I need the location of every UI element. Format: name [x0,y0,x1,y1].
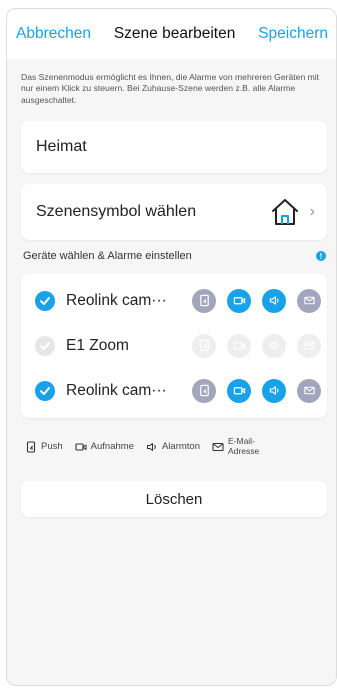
scene-edit-screen: Abbrechen Szene bearbeiten Speichern Das… [6,8,337,686]
checkmark-icon [40,386,50,395]
device-name: E1 Zoom [66,336,129,354]
push-icon [199,384,209,397]
push-toggle[interactable] [192,288,216,313]
legend-email-label: E-Mail-Adresse [227,436,260,456]
legend-push-label: Push [41,441,63,452]
video-icon [75,442,87,451]
device-row: Reolink cam··· [21,368,327,413]
speaker-icon [269,296,278,305]
mail-icon [303,296,315,305]
mail-icon [303,386,315,395]
video-icon [233,387,245,395]
device-list: Reolink cam··· E1 Zoom Reolink cam··· [21,274,327,418]
device-checkbox[interactable] [35,290,55,311]
push-toggle[interactable] [192,378,216,403]
delete-button[interactable]: Löschen [21,481,327,517]
legend-push: Push [25,440,63,453]
mail-icon [303,341,315,350]
device-checkbox[interactable] [35,335,55,356]
push-toggle [192,333,216,358]
device-row: E1 Zoom [21,323,327,368]
push-icon [26,440,36,453]
scene-description: Das Szenenmodus ermöglicht es Ihnen, die… [21,72,320,105]
device-name: Reolink cam··· [66,291,167,309]
chevron-right-icon: › [309,203,315,220]
mail-icon [212,442,224,451]
scene-name-field[interactable]: Heimat [21,121,327,173]
email-toggle[interactable] [297,288,321,313]
record-toggle[interactable] [227,378,251,403]
video-icon [233,342,245,350]
cancel-button[interactable]: Abbrechen [16,25,91,43]
scene-icon-label: Szenensymbol wählen [36,203,197,220]
speaker-icon [269,386,278,395]
video-icon [233,297,245,305]
scene-icon-selector[interactable]: Szenensymbol wählen › [21,184,327,240]
legend-siren-label: Alarmton [161,441,200,452]
alarm-legend: Push Aufnahme Alarmton E-Mail-Adresse [25,436,330,456]
legend-record-label: Aufnahme [90,441,134,452]
email-toggle[interactable] [297,378,321,403]
record-toggle[interactable] [227,288,251,313]
speaker-icon [146,442,156,451]
scene-name-value: Heimat [36,138,87,155]
device-name: Reolink cam··· [66,381,167,399]
devices-section-title: Geräte wählen & Alarme einstellen [23,250,192,262]
device-checkbox[interactable] [35,380,55,401]
checkmark-icon [40,341,50,350]
devices-section-header: Geräte wählen & Alarme einstellen ! [23,250,326,262]
legend-email: E-Mail-Adresse [212,436,278,456]
siren-toggle [262,333,286,358]
push-icon [199,339,209,352]
save-button[interactable]: Speichern [258,25,328,43]
header-bar: Abbrechen Szene bearbeiten Speichern [7,9,336,59]
checkmark-icon [40,296,50,305]
house-icon [271,199,298,225]
legend-siren: Alarmton [146,441,200,453]
legend-record: Aufnahme [75,441,134,453]
page-title: Szene bearbeiten [113,25,236,42]
device-row: Reolink cam··· [21,278,327,323]
speaker-icon [269,341,278,350]
siren-toggle[interactable] [262,378,286,403]
info-icon[interactable]: ! [316,251,326,261]
siren-toggle[interactable] [262,288,286,313]
push-icon [199,294,209,307]
record-toggle [227,333,251,358]
email-toggle [297,333,321,358]
